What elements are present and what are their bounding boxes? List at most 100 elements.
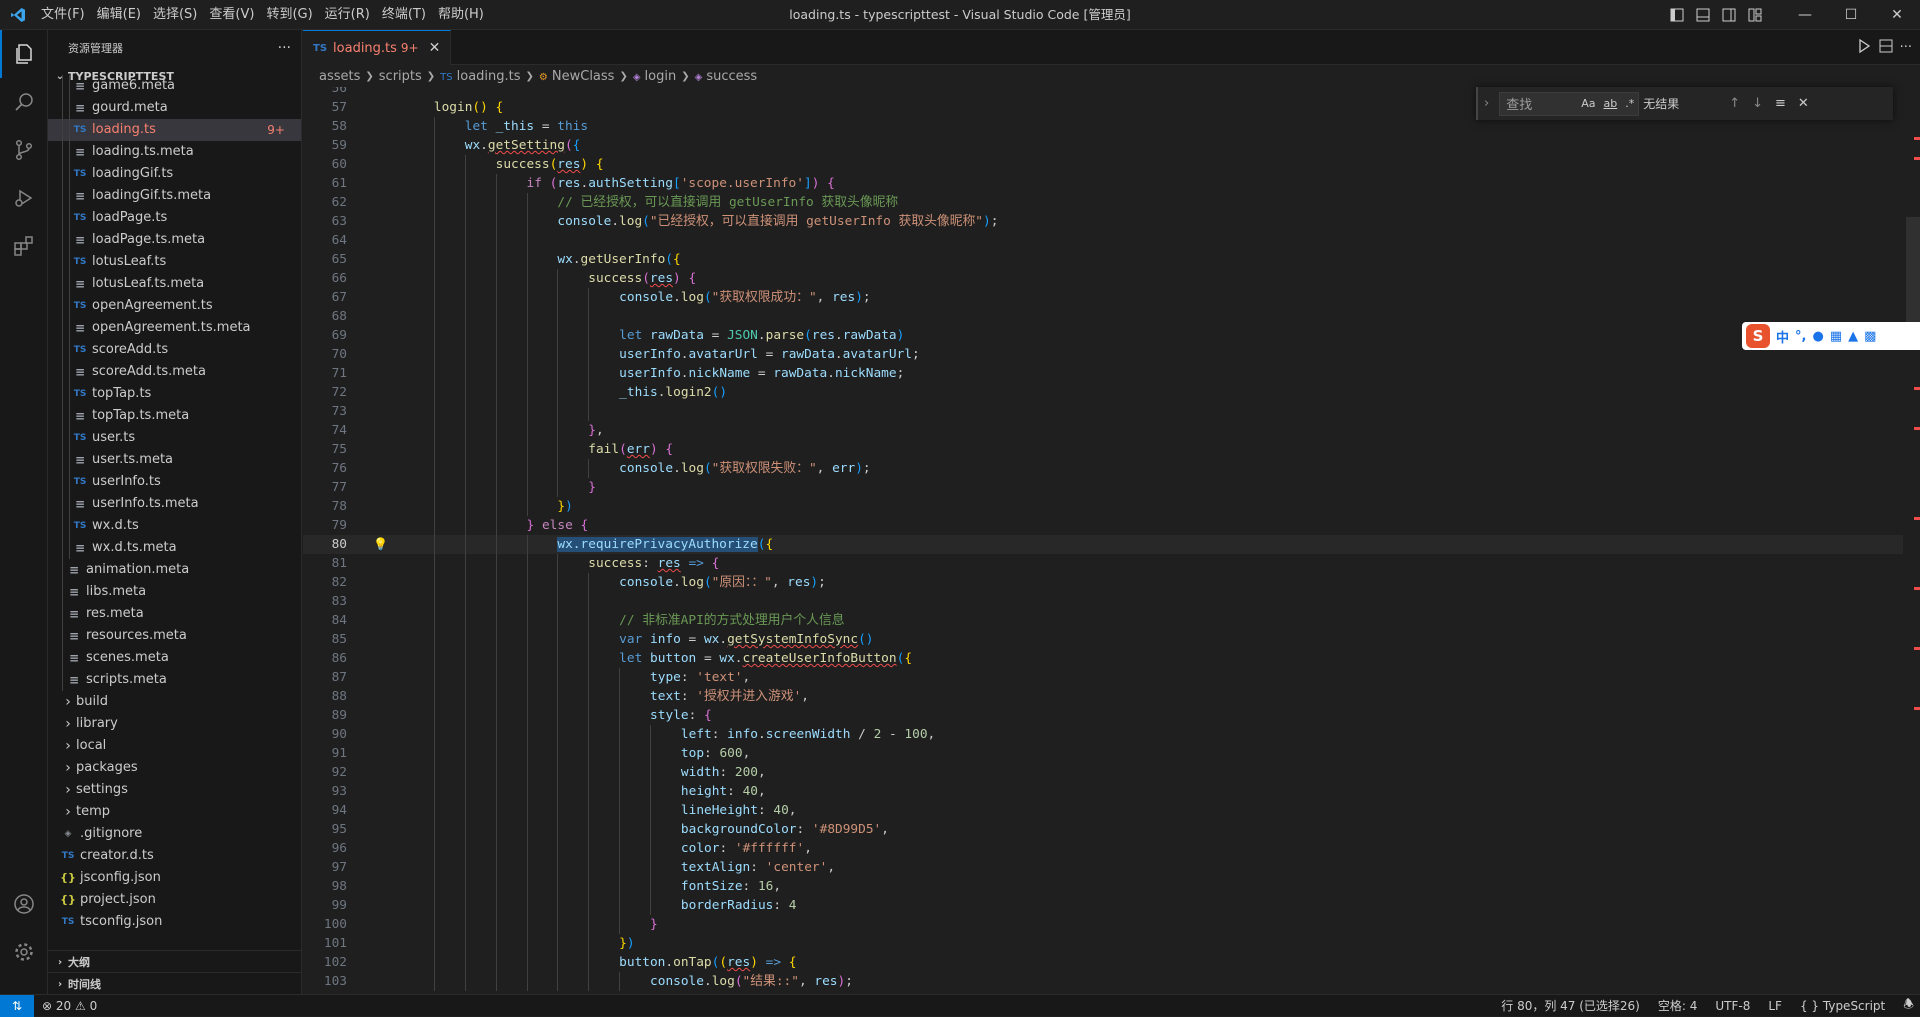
file-item[interactable]: ≡ openAgreement.ts.meta — [48, 317, 301, 339]
code-line[interactable]: 96 color: '#ffffff', — [303, 839, 1903, 858]
breadcrumb-item[interactable]: ⚙ NewClass — [539, 69, 615, 84]
file-item[interactable]: ≡ lotusLeaf.ts.meta — [48, 273, 301, 295]
code-line[interactable]: 83 — [303, 592, 1903, 611]
file-item[interactable]: TS topTap.ts — [48, 383, 301, 405]
file-item[interactable]: {} project.json — [48, 889, 301, 911]
code-line[interactable]: 67 console.log("获取权限成功：", res); — [303, 288, 1903, 307]
code-line[interactable]: 63 console.log("已经授权，可以直接调用 getUserInfo 获… — [303, 212, 1903, 231]
code-line[interactable]: 91 top: 600, — [303, 744, 1903, 763]
minimize-button[interactable]: — — [1782, 0, 1828, 30]
code-line[interactable]: 77} — [303, 478, 1903, 497]
code-line[interactable]: 100} — [303, 915, 1903, 934]
code-line[interactable]: 80 💡 wx.requirePrivacyAuthorize({ — [303, 535, 1903, 554]
notifications-bell-icon[interactable]: 🕭 — [1903, 995, 1914, 1016]
folder-item[interactable]: › packages — [48, 757, 301, 779]
code-line[interactable]: 73 — [303, 402, 1903, 421]
breadcrumb-item[interactable]: ◈ success — [695, 69, 758, 84]
file-item[interactable]: TS userInfo.ts — [48, 471, 301, 493]
find-input[interactable]: 查找 Aa ab .* — [1499, 91, 1640, 116]
code-line[interactable]: 65 wx.getUserInfo({ — [303, 250, 1903, 269]
code-line[interactable]: 69 let rawData = JSON.parse(res.rawData) — [303, 326, 1903, 345]
file-item[interactable]: TS loadingGif.ts — [48, 163, 301, 185]
code-line[interactable]: 95 backgroundColor: '#8D99D5', — [303, 820, 1903, 839]
code-line[interactable]: 89 style: { — [303, 706, 1903, 725]
outline-section[interactable]: › 大纲 — [48, 950, 301, 973]
file-item[interactable]: ≡ res.meta — [48, 603, 301, 625]
folder-item[interactable]: › library — [48, 713, 301, 735]
accounts-icon[interactable] — [0, 880, 48, 928]
code-line[interactable]: 88 text: '授权并进入游戏', — [303, 687, 1903, 706]
close-find-icon[interactable]: ✕ — [1798, 96, 1809, 111]
file-item[interactable]: TS openAgreement.ts — [48, 295, 301, 317]
file-item[interactable]: {} jsconfig.json — [48, 867, 301, 889]
extensions-icon[interactable] — [0, 222, 48, 270]
source-control-icon[interactable] — [0, 126, 48, 174]
code-line[interactable]: 61 if (res.authSetting['scope.userInfo'])… — [303, 174, 1903, 193]
more-actions-icon[interactable]: ··· — [278, 40, 291, 56]
keyboard-icon[interactable]: ▦ — [1830, 329, 1842, 344]
close-window-button[interactable]: ✕ — [1874, 0, 1920, 30]
file-item[interactable]: ≡ user.ts.meta — [48, 449, 301, 471]
code-line[interactable]: 98 fontSize: 16, — [303, 877, 1903, 896]
more-actions-icon[interactable]: ··· — [1900, 40, 1912, 55]
previous-match-icon[interactable]: ↑ — [1729, 96, 1740, 111]
code-line[interactable]: 60 success(res) { — [303, 155, 1903, 174]
end-of-line[interactable]: LF — [1768, 999, 1782, 1013]
match-whole-word-icon[interactable]: ab — [1603, 97, 1617, 110]
scrollbar-thumb[interactable] — [1906, 217, 1920, 327]
next-match-icon[interactable]: ↓ — [1752, 96, 1763, 111]
code-line[interactable]: 59 wx.getSetting({ — [303, 136, 1903, 155]
overview-ruler[interactable] — [1906, 87, 1920, 994]
code-line[interactable]: 94 lineHeight: 40, — [303, 801, 1903, 820]
ime-language[interactable]: 中 — [1776, 327, 1789, 346]
breadcrumb-item[interactable]: assets — [319, 69, 360, 84]
breadcrumb-item[interactable]: ◈ login — [633, 69, 676, 84]
problems-indicator[interactable]: ⊗ 20 ⚠ 0 — [42, 999, 97, 1013]
folder-item[interactable]: › local — [48, 735, 301, 757]
menu-item[interactable]: 选择(S) — [147, 0, 203, 30]
code-line[interactable]: 87 type: 'text', — [303, 668, 1903, 687]
cursor-position[interactable]: 行 80，列 47 (已选择26) — [1501, 997, 1640, 1014]
menu-item[interactable]: 帮助(H) — [432, 0, 490, 30]
file-item[interactable]: ≡ loadPage.ts.meta — [48, 229, 301, 251]
skin-icon[interactable]: ▲ — [1848, 329, 1858, 344]
file-item[interactable]: ≡ animation.meta — [48, 559, 301, 581]
code-line[interactable]: 84 // 非标准API的方式处理用户个人信息 — [303, 611, 1903, 630]
close-tab-icon[interactable]: ✕ — [429, 40, 441, 56]
file-item[interactable]: ≡ topTap.ts.meta — [48, 405, 301, 427]
file-item[interactable]: TS user.ts — [48, 427, 301, 449]
code-line[interactable]: 64 — [303, 231, 1903, 250]
file-item[interactable]: TS scoreAdd.ts — [48, 339, 301, 361]
remote-indicator-icon[interactable]: ⇅ — [0, 994, 34, 1017]
file-item[interactable]: TS loading.ts 9+ — [48, 119, 301, 141]
encoding[interactable]: UTF-8 — [1715, 999, 1750, 1013]
file-item[interactable]: TS tsconfig.json — [48, 911, 301, 933]
indentation[interactable]: 空格: 4 — [1658, 997, 1698, 1014]
file-item[interactable]: ≡ libs.meta — [48, 581, 301, 603]
code-line[interactable]: 81 success: res => { — [303, 554, 1903, 573]
file-item[interactable]: TS creator.d.ts — [48, 845, 301, 867]
code-line[interactable]: 99 borderRadius: 4 — [303, 896, 1903, 915]
search-icon[interactable] — [0, 78, 48, 126]
run-file-icon[interactable] — [1856, 38, 1872, 58]
code-line[interactable]: 93 height: 40, — [303, 782, 1903, 801]
code-line[interactable]: 97 textAlign: 'center', — [303, 858, 1903, 877]
file-item[interactable]: ≡ loadingGif.ts.meta — [48, 185, 301, 207]
run-debug-icon[interactable] — [0, 174, 48, 222]
file-item[interactable]: ≡ userInfo.ts.meta — [48, 493, 301, 515]
code-line[interactable]: 66 success(res) { — [303, 269, 1903, 288]
file-item[interactable]: ≡ scoreAdd.ts.meta — [48, 361, 301, 383]
file-item[interactable]: TS loadPage.ts — [48, 207, 301, 229]
file-item[interactable]: ≡ resources.meta — [48, 625, 301, 647]
code-line[interactable]: 76 console.log("获取权限失败：", err); — [303, 459, 1903, 478]
use-regex-icon[interactable]: .* — [1625, 97, 1634, 110]
file-item[interactable]: TS lotusLeaf.ts — [48, 251, 301, 273]
breadcrumb-item[interactable]: TS loading.ts — [440, 69, 520, 84]
file-item[interactable]: ≡ wx.d.ts.meta — [48, 537, 301, 559]
menu-item[interactable]: 终端(T) — [376, 0, 432, 30]
ime-punctuation[interactable]: °, — [1795, 329, 1806, 344]
file-item[interactable]: ≡ scripts.meta — [48, 669, 301, 691]
split-editor-icon[interactable] — [1878, 38, 1894, 58]
breadcrumb-item[interactable]: scripts — [379, 69, 422, 84]
file-item[interactable]: TS wx.d.ts — [48, 515, 301, 537]
